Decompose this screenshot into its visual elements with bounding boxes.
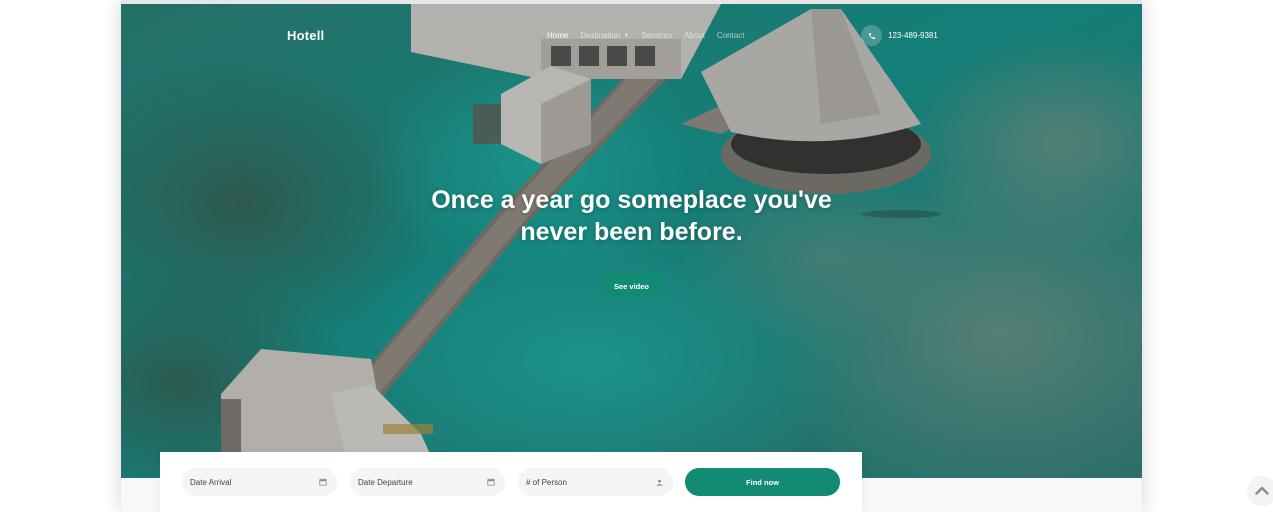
phone-icon <box>861 25 882 46</box>
brand-logo[interactable]: Hotell <box>287 28 324 43</box>
header-phone[interactable]: 123-489-9381 <box>861 25 938 46</box>
nav-item-services[interactable]: Services <box>641 31 672 40</box>
hero-title: Once a year go someplace you've never be… <box>121 184 1142 248</box>
top-navbar: Hotell Home Destination ▼ Services About… <box>121 4 1142 68</box>
main-nav: Home Destination ▼ Services About Contac… <box>547 31 745 40</box>
calendar-icon <box>319 478 327 486</box>
chevron-down-icon: ▼ <box>623 32 630 39</box>
booking-form: Date Arrival Date Departure # of Person <box>160 452 862 512</box>
persons-placeholder: # of Person <box>526 477 567 487</box>
page-frame: Hotell Home Destination ▼ Services About… <box>121 0 1142 512</box>
chevron-up-icon <box>1255 482 1269 500</box>
nav-item-about[interactable]: About <box>684 31 705 40</box>
nav-item-destination-label: Destination <box>580 31 621 40</box>
phone-number: 123-489-9381 <box>888 31 938 40</box>
find-now-button[interactable]: Find now <box>685 468 840 496</box>
nav-item-home[interactable]: Home <box>547 31 568 40</box>
date-arrival-placeholder: Date Arrival <box>190 477 232 487</box>
hero-title-line-2: never been before. <box>520 218 743 246</box>
calendar-icon <box>487 478 495 486</box>
hero-title-line-1: Once a year go someplace you've <box>431 186 832 214</box>
scroll-to-top-button[interactable] <box>1247 476 1273 506</box>
persons-field[interactable]: # of Person <box>518 468 673 496</box>
date-departure-placeholder: Date Departure <box>358 477 413 487</box>
hero-section: Hotell Home Destination ▼ Services About… <box>121 4 1142 478</box>
date-arrival-field[interactable]: Date Arrival <box>182 468 337 496</box>
see-video-button[interactable]: See video <box>599 272 664 300</box>
person-icon <box>655 478 663 486</box>
nav-item-contact[interactable]: Contact <box>717 31 745 40</box>
nav-item-destination[interactable]: Destination ▼ <box>580 31 629 40</box>
date-departure-field[interactable]: Date Departure <box>350 468 505 496</box>
